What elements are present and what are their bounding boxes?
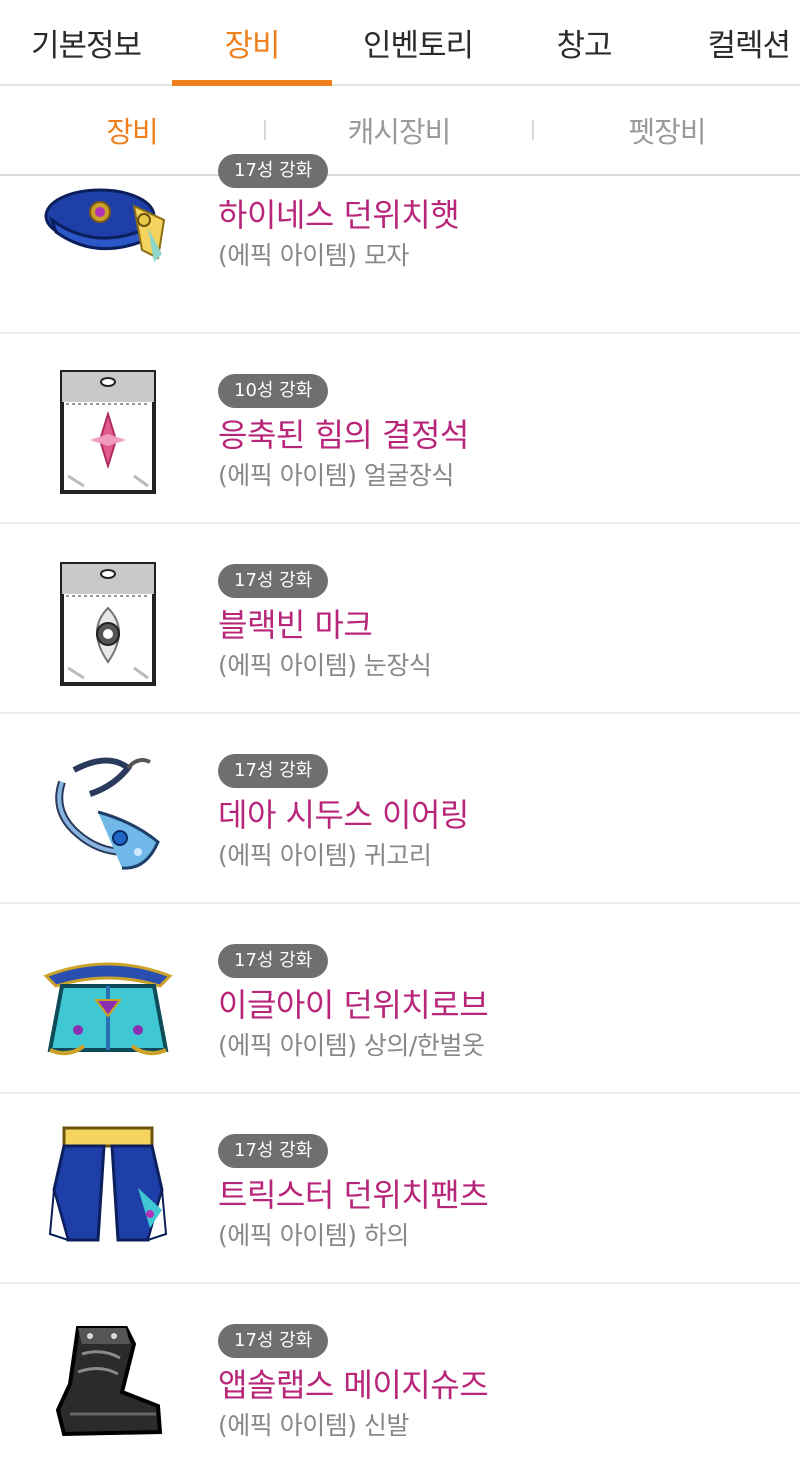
item-name: 이글아이 던위치로브 bbox=[218, 986, 489, 1024]
tab-basic-info[interactable]: 기본정보 bbox=[0, 0, 172, 84]
tab-label: 장비 bbox=[224, 27, 280, 64]
item-name: 블랙빈 마크 bbox=[218, 606, 373, 644]
list-item[interactable]: 17성 강화 앱솔랩스 메이지슈즈 (에픽 아이템) 신발 bbox=[0, 1284, 800, 1474]
item-name: 응축된 힘의 결정석 bbox=[218, 416, 469, 454]
item-name: 트릭스터 던위치팬츠 bbox=[218, 1176, 489, 1214]
robe-icon bbox=[38, 934, 178, 1074]
item-type: (에픽 아이템) 상의/한벌옷 bbox=[218, 1031, 485, 1060]
star-force-badge: 17성 강화 bbox=[218, 154, 329, 188]
item-name: 데아 시두스 이어링 bbox=[218, 796, 469, 834]
eye-accessory-icon bbox=[38, 558, 178, 698]
item-type: (에픽 아이템) 얼굴장식 bbox=[218, 461, 454, 490]
earring-icon bbox=[38, 742, 178, 882]
item-type: (에픽 아이템) 눈장식 bbox=[218, 651, 432, 680]
tab-equipment[interactable]: 장비 bbox=[172, 0, 332, 86]
star-force-badge: 17성 강화 bbox=[218, 1324, 329, 1358]
item-name: 하이네스 던위치햇 bbox=[218, 196, 460, 234]
item-type: (에픽 아이템) 귀고리 bbox=[218, 841, 432, 870]
tab-label: 인벤토리 bbox=[362, 27, 474, 64]
list-item[interactable]: 10성 강화 응축된 힘의 결정석 (에픽 아이템) 얼굴장식 bbox=[0, 334, 800, 524]
item-type: (에픽 아이템) 하의 bbox=[218, 1221, 409, 1250]
star-force-badge: 17성 강화 bbox=[218, 1134, 329, 1168]
list-item[interactable]: 17성 강화 이글아이 던위치로브 (에픽 아이템) 상의/한벌옷 bbox=[0, 904, 800, 1094]
tab-label: 컬렉션 bbox=[707, 27, 791, 64]
tab-inventory[interactable]: 인벤토리 bbox=[332, 0, 504, 84]
item-type: (에픽 아이템) 신발 bbox=[218, 1411, 409, 1440]
tab-label: 기본정보 bbox=[30, 27, 142, 64]
tab-label: 창고 bbox=[556, 27, 612, 64]
star-force-badge: 17성 강화 bbox=[218, 754, 329, 788]
shoes-icon bbox=[38, 1314, 178, 1454]
tab-collection[interactable]: 컬렉션 bbox=[664, 0, 800, 84]
pants-icon bbox=[38, 1118, 178, 1258]
tab-storage[interactable]: 창고 bbox=[504, 0, 664, 84]
list-item[interactable]: 17성 강화 트릭스터 던위치팬츠 (에픽 아이템) 하의 bbox=[0, 1094, 800, 1284]
item-type: (에픽 아이템) 모자 bbox=[218, 241, 409, 270]
hat-icon bbox=[38, 158, 178, 298]
list-item[interactable]: 17성 강화 블랙빈 마크 (에픽 아이템) 눈장식 bbox=[0, 524, 800, 714]
star-force-badge: 10성 강화 bbox=[218, 374, 329, 408]
main-tab-bar: 기본정보 장비 인벤토리 창고 컬렉션 bbox=[0, 0, 800, 86]
face-accessory-icon bbox=[38, 366, 178, 506]
star-force-badge: 17성 강화 bbox=[218, 564, 329, 598]
item-name: 앱솔랩스 메이지슈즈 bbox=[218, 1366, 489, 1404]
list-item[interactable]: 17성 강화 데아 시두스 이어링 (에픽 아이템) 귀고리 bbox=[0, 714, 800, 904]
star-force-badge: 17성 강화 bbox=[218, 944, 329, 978]
list-item[interactable]: 17성 강화 하이네스 던위치햇 (에픽 아이템) 모자 bbox=[0, 144, 800, 334]
